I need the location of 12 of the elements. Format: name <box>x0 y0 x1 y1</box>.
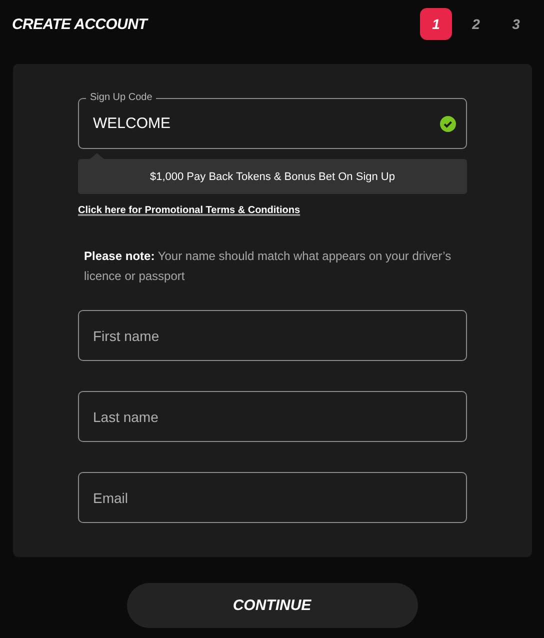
page-title: CREATE ACCOUNT <box>12 16 147 32</box>
step-indicator: 1 <box>420 8 452 40</box>
text-field[interactable]: Email <box>78 472 467 523</box>
continue-button[interactable]: CONTINUE <box>126 583 418 628</box>
text-field[interactable]: First name <box>78 310 467 361</box>
step-indicator: 2 <box>471 15 481 34</box>
signup-code-field[interactable]: Sign Up Code WELCOME <box>78 91 467 149</box>
terms-link[interactable]: Click here for Promotional Terms & Conditions <box>78 205 300 216</box>
tooltip-pointer <box>90 153 104 159</box>
text-field[interactable]: Last name <box>78 391 467 442</box>
step-indicator: 3 <box>511 15 521 34</box>
name-note: Please note: Your name should match what appears on your driver’s licence or passport <box>84 248 452 285</box>
